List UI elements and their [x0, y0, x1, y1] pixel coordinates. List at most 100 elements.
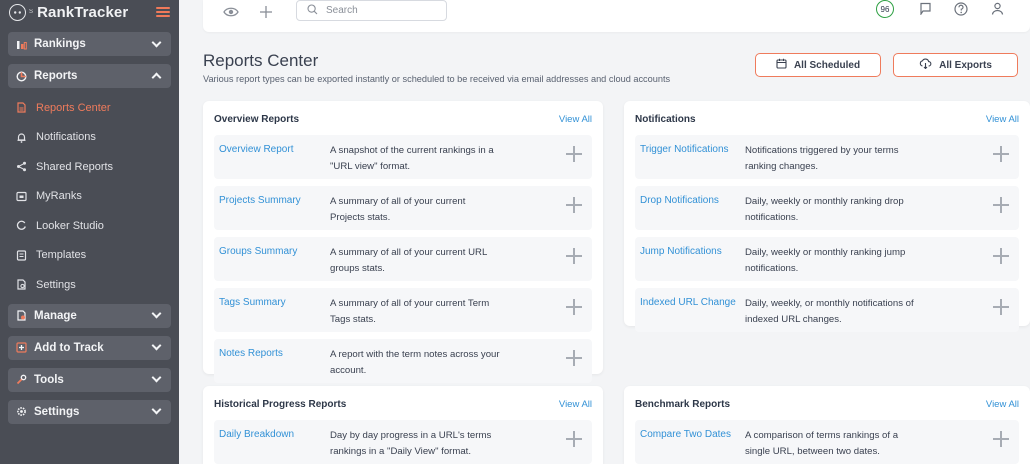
topbar: 96	[203, 0, 1030, 32]
report-row: Groups Summary A summary of all of your …	[214, 237, 592, 281]
add-report-plus-icon[interactable]	[566, 431, 582, 447]
chevron-down-icon	[151, 308, 162, 319]
add-report-plus-icon[interactable]	[566, 350, 582, 366]
manage-icon	[16, 310, 27, 321]
add-report-plus-icon[interactable]	[566, 197, 582, 213]
sidebar-item-label: Settings	[36, 278, 76, 291]
report-description: A summary of all of your current Term Tag…	[330, 298, 490, 325]
view-all-link[interactable]: View All	[559, 114, 592, 125]
logo[interactable]: S RankTracker	[9, 3, 128, 21]
sidebar: S RankTracker Rankings Reports Reports C…	[0, 0, 179, 464]
report-name-link[interactable]: Indexed URL Change	[640, 297, 736, 308]
card-header: Benchmark Reports View All	[624, 386, 1030, 420]
add-report-plus-icon[interactable]	[566, 248, 582, 264]
sidebar-item-myranks[interactable]: MyRanks	[0, 182, 179, 212]
search-input[interactable]	[326, 5, 436, 16]
sidebar-group-rankings[interactable]: Rankings	[8, 32, 171, 56]
report-description: Daily, weekly or monthly ranking drop not…	[745, 196, 904, 223]
sidebar-header: S RankTracker	[0, 0, 179, 24]
card-title: Historical Progress Reports	[214, 399, 347, 410]
card-title: Overview Reports	[214, 114, 300, 125]
sidebar-group-label: Reports	[34, 70, 78, 82]
report-name-link[interactable]: Tags Summary	[219, 297, 286, 308]
card-title: Notifications	[635, 114, 696, 125]
report-description: A summary of all of your current Projects…	[330, 196, 466, 223]
all-exports-label: All Exports	[939, 59, 992, 71]
report-name-link[interactable]: Daily Breakdown	[219, 429, 294, 440]
all-exports-button[interactable]: All Exports	[893, 53, 1018, 77]
help-icon[interactable]	[954, 2, 968, 21]
report-name-link[interactable]: Trigger Notifications	[640, 144, 729, 155]
score-badge[interactable]: 96	[876, 0, 894, 18]
sidebar-group-manage[interactable]: Manage	[8, 303, 171, 328]
report-name-link[interactable]: Overview Report	[219, 144, 293, 155]
add-report-plus-icon[interactable]	[566, 299, 582, 315]
report-name-link[interactable]: Notes Reports	[219, 348, 283, 359]
report-name-link[interactable]: Jump Notifications	[640, 246, 722, 257]
myranks-icon	[16, 191, 27, 202]
report-row: Projects Summary A summary of all of you…	[214, 186, 592, 230]
sidebar-item-templates[interactable]: Templates	[0, 241, 179, 271]
sidebar-group-label: Settings	[34, 405, 80, 418]
sidebar-group-label: Add to Track	[34, 341, 104, 354]
sidebar-item-shared-reports[interactable]: Shared Reports	[0, 152, 179, 182]
menu-toggle-icon[interactable]	[156, 7, 170, 17]
sidebar-group-settings[interactable]: Settings	[8, 399, 171, 424]
card-header: Historical Progress Reports View All	[203, 386, 603, 420]
report-row: Notes Reports A report with the term not…	[214, 339, 592, 383]
report-description: A report with the term notes across your…	[330, 349, 500, 376]
sidebar-group-reports[interactable]: Reports	[8, 64, 171, 88]
share-icon	[16, 161, 27, 172]
sidebar-item-label: Notifications	[36, 131, 96, 144]
bell-icon	[16, 132, 27, 143]
tools-icon	[16, 374, 27, 385]
view-all-link[interactable]: View All	[559, 399, 592, 410]
add-plus-icon[interactable]	[259, 3, 273, 24]
report-row: Overview Report A snapshot of the curren…	[214, 135, 592, 179]
add-report-plus-icon[interactable]	[566, 146, 582, 162]
document-settings-icon	[16, 279, 27, 290]
eye-icon[interactable]	[223, 5, 239, 23]
all-scheduled-button[interactable]: All Scheduled	[755, 53, 881, 77]
add-report-plus-icon[interactable]	[993, 248, 1009, 264]
sidebar-item-report-settings[interactable]: Settings	[0, 270, 179, 300]
report-row: Trigger Notifications Notifications trig…	[635, 135, 1019, 179]
overview-reports-card: Overview Reports View All Overview Repor…	[203, 101, 603, 383]
sidebar-group-label: Rankings	[34, 38, 86, 50]
search-box[interactable]	[296, 0, 447, 21]
document-icon	[16, 102, 27, 113]
report-name-link[interactable]: Drop Notifications	[640, 195, 719, 206]
sidebar-group-tools[interactable]: Tools	[8, 367, 171, 392]
user-icon[interactable]	[991, 2, 1004, 20]
looker-studio-icon	[16, 220, 27, 231]
report-name-link[interactable]: Compare Two Dates	[640, 429, 731, 440]
page-description: Various report types can be exported ins…	[203, 74, 671, 84]
sidebar-group-label: Tools	[34, 373, 64, 386]
report-description: A summary of all of your current URL grou…	[330, 247, 488, 274]
historical-progress-card: Historical Progress Reports View All Dai…	[203, 386, 603, 464]
add-report-plus-icon[interactable]	[993, 431, 1009, 447]
view-all-link[interactable]: View All	[986, 399, 1019, 410]
report-description: Daily, weekly or monthly ranking jump not…	[745, 247, 906, 274]
page-title: Reports Center	[203, 51, 319, 70]
report-row: Jump Notifications Daily, weekly or mont…	[635, 237, 1019, 281]
report-name-link[interactable]: Projects Summary	[219, 195, 301, 206]
sidebar-item-label: Templates	[36, 249, 87, 262]
benchmark-reports-card: Benchmark Reports View All Compare Two D…	[624, 386, 1030, 464]
add-report-plus-icon[interactable]	[993, 299, 1009, 315]
card-header: Notifications View All	[624, 101, 1030, 135]
logo-icon	[9, 3, 26, 21]
flag-icon[interactable]	[919, 2, 932, 20]
report-name-link[interactable]: Groups Summary	[219, 246, 297, 257]
add-report-plus-icon[interactable]	[993, 146, 1009, 162]
sidebar-item-reports-center[interactable]: Reports Center	[0, 93, 179, 123]
sidebar-item-looker-studio[interactable]: Looker Studio	[0, 211, 179, 241]
sidebar-group-add-to-track[interactable]: Add to Track	[8, 335, 171, 360]
chevron-down-icon	[151, 404, 162, 415]
sidebar-item-notifications[interactable]: Notifications	[0, 123, 179, 153]
card-header: Overview Reports View All	[203, 101, 603, 135]
add-report-plus-icon[interactable]	[993, 197, 1009, 213]
view-all-link[interactable]: View All	[986, 114, 1019, 125]
logo-badge: S	[29, 9, 34, 15]
template-icon	[16, 250, 27, 261]
